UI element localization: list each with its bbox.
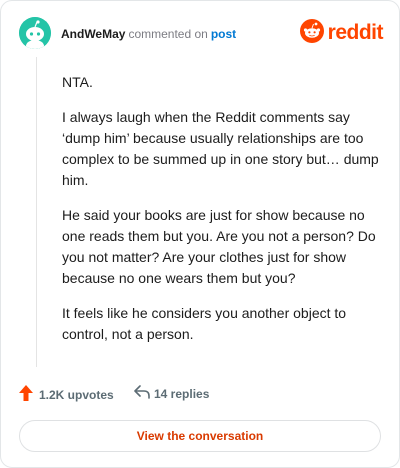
comment-header: AndWeMay commented on post reddit xyxy=(19,17,384,51)
reply-arrow-icon xyxy=(134,385,150,402)
view-conversation-button[interactable]: View the conversation xyxy=(19,420,381,452)
post-link[interactable]: post xyxy=(211,27,236,41)
reddit-wordmark: reddit xyxy=(327,21,384,44)
replies-count: 14 replies xyxy=(154,386,210,401)
comment-paragraph: It feels like he considers you another o… xyxy=(62,305,347,342)
comment-paragraph: He said your books are just for show bec… xyxy=(62,207,376,286)
comment-body: NTA. I always laugh when the Reddit comm… xyxy=(62,72,382,359)
upvote-count: 1.2K upvotes xyxy=(39,387,114,402)
upvote-button[interactable]: 1.2K upvotes xyxy=(19,385,114,404)
view-conversation-label: View the conversation xyxy=(136,429,264,443)
comment-paragraph: NTA. xyxy=(62,74,93,90)
reddit-logo-icon xyxy=(299,18,324,48)
reddit-logo[interactable]: reddit xyxy=(299,18,384,48)
comment-meta: AndWeMay commented on post xyxy=(61,27,236,41)
upvote-arrow-icon xyxy=(19,385,33,404)
comment-actions: 1.2K upvotes 14 replies xyxy=(19,385,383,405)
snoo-avatar-icon[interactable] xyxy=(19,17,51,49)
username-link[interactable]: AndWeMay xyxy=(61,27,125,41)
comment-paragraph: I always laugh when the Reddit comments … xyxy=(62,109,379,188)
replies-button[interactable]: 14 replies xyxy=(134,385,209,402)
comment-card: AndWeMay commented on post reddit NTA. I… xyxy=(0,0,400,468)
thread-line xyxy=(36,57,37,367)
commented-on-text: commented on xyxy=(128,27,208,41)
